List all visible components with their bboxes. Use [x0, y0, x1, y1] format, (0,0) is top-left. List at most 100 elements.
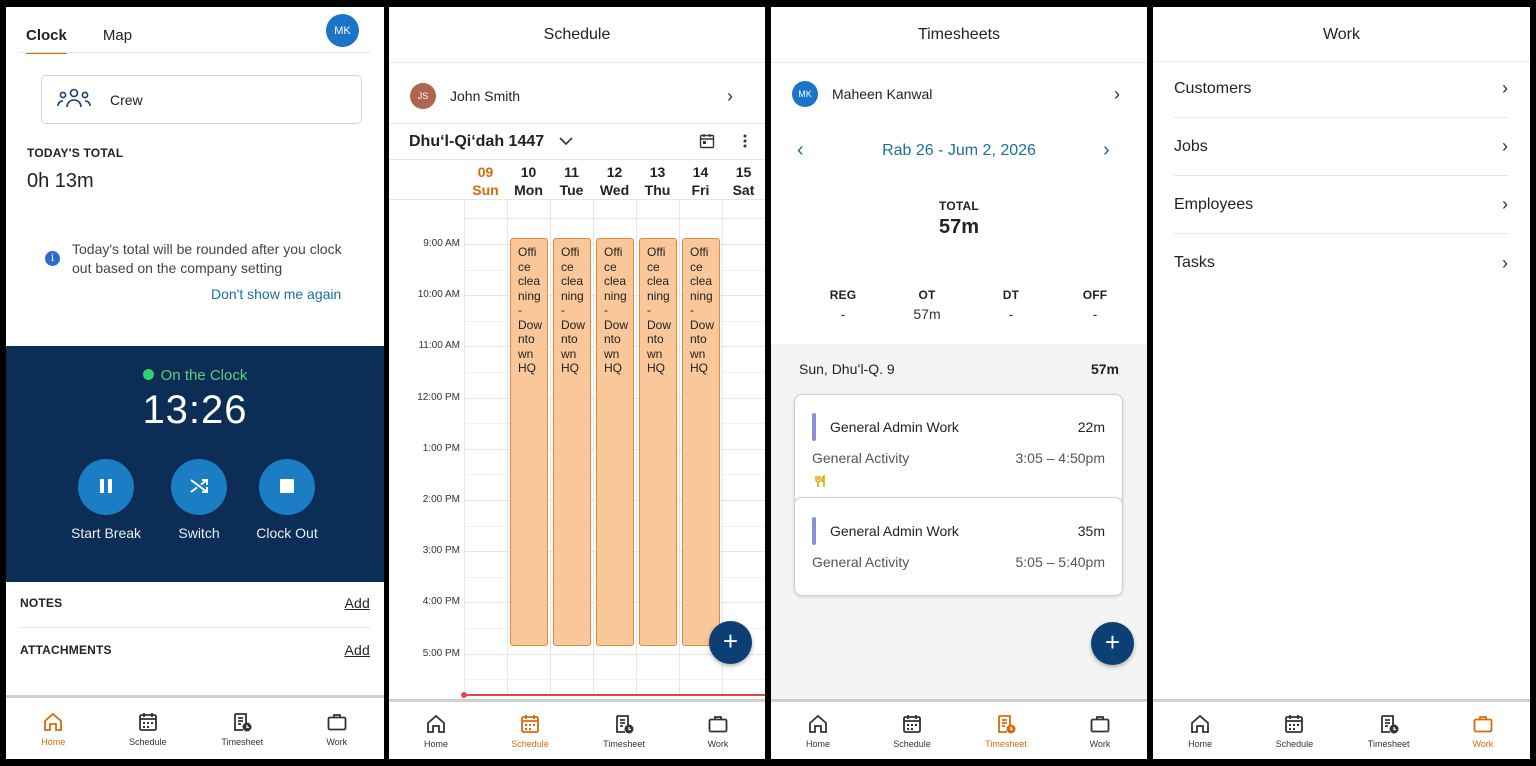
crew-selector[interactable]: Crew — [41, 75, 362, 124]
employee-selector[interactable]: JS John Smith › — [389, 69, 765, 123]
month-label: Dhuʻl-Qiʻdah 1447 — [409, 133, 545, 150]
breakdown-label: DT — [1002, 288, 1020, 302]
day-header[interactable]: 13 Thu — [636, 163, 679, 199]
time-entry-card[interactable]: General Admin Work 35m General Activity … — [794, 497, 1123, 596]
tab-home[interactable]: Home — [1153, 702, 1247, 759]
clock-out-button[interactable] — [259, 459, 315, 515]
work-item-employees[interactable]: Employees › — [1174, 176, 1508, 234]
tab-work[interactable]: Work — [290, 698, 385, 759]
tab-map[interactable]: Map — [103, 27, 132, 54]
month-picker[interactable]: Dhuʻl-Qiʻdah 1447 — [409, 133, 573, 151]
tab-timesheet-label: Timesheet — [221, 736, 264, 747]
avatar: MK — [792, 81, 818, 107]
tab-work[interactable]: Work — [1053, 702, 1147, 759]
tab-timesheet[interactable]: Timesheet — [959, 702, 1053, 759]
shift-event[interactable]: Offi ce clea ning - Dow nto wn HQ — [596, 238, 634, 646]
time-entry-card[interactable]: General Admin Work 22m General Activity … — [794, 394, 1123, 506]
home-icon — [427, 714, 445, 733]
work-item-jobs[interactable]: Jobs › — [1174, 118, 1508, 176]
shift-event-text: Offi — [561, 245, 580, 259]
tab-home[interactable]: Home — [771, 702, 865, 759]
status-dot-icon — [142, 369, 154, 380]
status-row: On the Clock — [6, 367, 384, 384]
grid-column-line — [679, 199, 680, 695]
avatar: JS — [410, 83, 436, 109]
tab-work[interactable]: Work — [1436, 702, 1530, 759]
tab-home[interactable]: Home — [6, 698, 101, 759]
grid-column-line — [593, 199, 594, 695]
work-item-customers[interactable]: Customers › — [1174, 60, 1508, 118]
stop-icon — [279, 478, 295, 497]
shift-event-text: ce — [604, 259, 617, 274]
day-header[interactable]: 10 Mon — [507, 163, 550, 199]
add-attachment-link[interactable]: Add — [344, 642, 370, 658]
tab-timesheet[interactable]: Timesheet — [577, 702, 671, 759]
shift-event[interactable]: Offi ce clea ning - Dow nto wn HQ — [510, 238, 548, 646]
tab-work[interactable]: Work — [671, 702, 765, 759]
calendar-icon[interactable] — [699, 133, 715, 154]
calendar-icon — [1285, 714, 1304, 733]
shift-event-text: - — [518, 303, 522, 317]
rounding-info-text: Today's total will be rounded after you … — [72, 241, 342, 276]
timesheet-icon — [234, 712, 252, 731]
tab-schedule-label: Schedule — [893, 738, 931, 749]
shift-event[interactable]: Offi ce clea ning - Dow nto wn HQ — [639, 238, 677, 646]
entry-activity: General Activity — [812, 450, 910, 466]
divider — [771, 62, 1147, 63]
tab-schedule[interactable]: Schedule — [865, 702, 959, 759]
tab-schedule[interactable]: Schedule — [1247, 702, 1341, 759]
employee-name: Maheen Kanwal — [832, 86, 933, 102]
shift-event-text: ce — [561, 259, 574, 274]
date-range: Rab 26 - Jum 2, 2026 — [882, 142, 1036, 159]
tab-work-label: Work — [707, 738, 729, 749]
day-number: 12 — [606, 164, 623, 180]
grid-column-line — [550, 199, 551, 695]
shift-event-text: - — [561, 303, 565, 317]
shift-event-text: HQ — [518, 361, 536, 375]
day-header[interactable]: 11 Tue — [550, 163, 593, 199]
day-header[interactable]: 12 Wed — [593, 163, 636, 199]
start-break-button[interactable] — [78, 459, 134, 515]
hour-label: 5:00 PM — [422, 647, 460, 659]
add-shift-button[interactable]: + — [709, 621, 752, 664]
day-header[interactable]: 15 Sat — [722, 163, 765, 199]
employee-name: John Smith — [450, 88, 521, 104]
switch-button[interactable] — [171, 459, 227, 515]
crew-label: Crew — [110, 91, 143, 108]
work-item-label: Customers — [1174, 79, 1252, 97]
entry-time: 5:05 – 5:40pm — [1015, 554, 1105, 570]
shift-event[interactable]: Offi ce clea ning - Dow nto wn HQ — [682, 238, 720, 646]
employee-selector[interactable]: MK Maheen Kanwal › — [771, 69, 1147, 119]
day-header[interactable]: 14 Fri — [679, 163, 722, 199]
avatar[interactable]: MK — [326, 14, 359, 47]
shift-event-text: HQ — [604, 361, 622, 375]
switch-label: Switch — [178, 525, 220, 541]
more-vertical-icon[interactable] — [743, 134, 747, 153]
work-item-label: Employees — [1174, 195, 1254, 213]
total-value: 57m — [938, 216, 980, 238]
dont-show-again-link[interactable]: Don't show me again — [211, 286, 341, 302]
tab-timesheet[interactable]: Timesheet — [1342, 702, 1436, 759]
shift-event[interactable]: Offi ce clea ning - Dow nto wn HQ — [553, 238, 591, 646]
clock-screen: Clock Map MK Crew TODAY'S TOTAL 0h 13m i… — [6, 7, 384, 759]
add-notes-link[interactable]: Add — [344, 595, 370, 611]
divider — [20, 52, 370, 53]
clock-map-tabs: Clock Map — [26, 27, 132, 54]
shift-event-text: nto — [561, 332, 578, 346]
tab-schedule[interactable]: Schedule — [483, 702, 577, 759]
tab-schedule[interactable]: Schedule — [101, 698, 196, 759]
hour-label: 12:00 PM — [417, 391, 460, 403]
grid-row-line — [464, 679, 765, 681]
tab-home-label: Home — [423, 738, 448, 749]
add-entry-button[interactable]: + — [1091, 622, 1134, 665]
current-time-indicator — [461, 692, 765, 698]
tab-home[interactable]: Home — [389, 702, 483, 759]
tab-timesheet-label: Timesheet — [603, 738, 645, 749]
tab-clock[interactable]: Clock — [26, 27, 67, 54]
tab-timesheet[interactable]: Timesheet — [195, 698, 290, 759]
work-item-tasks[interactable]: Tasks › — [1174, 234, 1508, 292]
breakdown-ot: OT 57m — [885, 288, 969, 322]
shift-event-text: wn — [518, 346, 534, 361]
next-week-icon[interactable]: › — [1103, 139, 1110, 162]
day-header[interactable]: 09 Sun — [464, 163, 507, 199]
